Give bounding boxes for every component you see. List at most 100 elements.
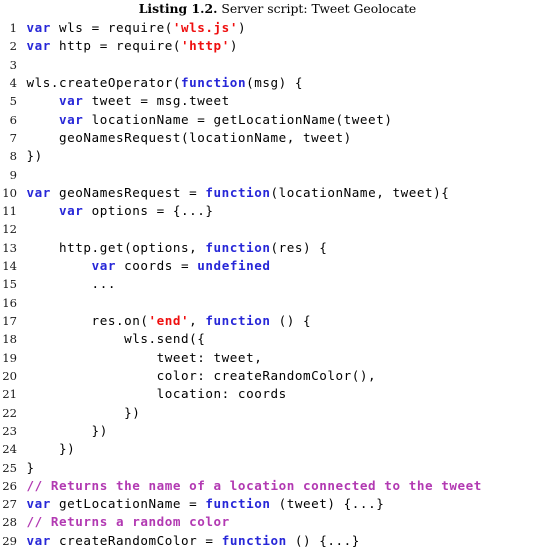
code-text: location: coords	[26, 386, 287, 402]
code-content: location: coords	[27, 385, 287, 403]
code-content: var locationName = getLocationName(tweet…	[27, 111, 393, 129]
code-line: 23 })	[0, 422, 555, 440]
code-keyword: var	[26, 496, 51, 512]
code-text: createRandomColor =	[50, 532, 222, 548]
code-text: })	[26, 441, 76, 457]
code-line: 9	[0, 166, 555, 184]
listing-caption-title: Server script: Tweet Geolocate	[221, 1, 417, 16]
code-content: ...	[27, 275, 116, 293]
code-text: tweet = msg.tweet	[83, 93, 230, 109]
line-number: 15	[2, 277, 17, 292]
code-content: var options = {...}	[27, 202, 214, 220]
line-number: 22	[2, 405, 17, 420]
code-line: 22 })	[0, 404, 555, 422]
code-string: 'wls.js'	[172, 20, 238, 35]
code-line: 29 var createRandomColor = function () {.…	[0, 532, 555, 550]
code-content: })	[27, 440, 76, 458]
code-line: 19 tweet: tweet,	[0, 349, 555, 367]
line-number: 4	[9, 75, 17, 90]
line-number: 24	[2, 442, 17, 457]
code-text: color: createRandomColor(),	[26, 367, 377, 383]
code-string: 'end'	[148, 313, 190, 328]
code-keyword: function	[181, 74, 247, 90]
code-content: wls.send({	[27, 330, 206, 348]
code-line: 16	[0, 294, 555, 312]
code-content: })	[27, 147, 43, 165]
code-text: coords =	[115, 258, 198, 274]
code-string: 'http'	[181, 38, 230, 54]
code-content: wls.createOperator(function(msg) {	[27, 74, 304, 92]
code-text: () {...}	[286, 532, 360, 548]
code-content: tweet: tweet,	[27, 349, 263, 367]
code-line: 21 location: coords	[0, 385, 555, 403]
code-line: 11 var options = {...}	[0, 202, 555, 220]
code-line: 25}	[0, 459, 555, 477]
code-keyword: function	[221, 532, 287, 548]
code-content: var geoNamesRequest = function(locationN…	[27, 184, 450, 202]
code-text: getLocationName =	[50, 496, 206, 512]
line-number: 10	[2, 185, 17, 200]
code-text: options = {...}	[83, 203, 214, 219]
code-line: 17 res.on('end', function () {	[0, 312, 555, 330]
code-line: 14 var coords = undefined	[0, 257, 555, 275]
code-keyword: var	[91, 258, 116, 274]
line-number: 25	[2, 460, 17, 475]
code-keyword: var	[26, 38, 51, 54]
code-content: var wls = require('wls.js')	[27, 19, 247, 37]
line-number: 14	[2, 259, 17, 274]
line-number: 18	[2, 332, 17, 347]
code-text: )	[229, 38, 238, 54]
line-number: 23	[2, 423, 17, 438]
code-keyword: function	[205, 496, 271, 512]
code-line: 10 var geoNamesRequest = function(locatio…	[0, 184, 555, 202]
code-keyword: var	[26, 20, 51, 35]
line-number: 27	[2, 497, 17, 512]
code-line: 15 ...	[0, 275, 555, 293]
line-number: 7	[9, 130, 17, 145]
code-keyword: var	[26, 532, 51, 548]
code-content: }	[27, 459, 35, 477]
line-number: 9	[9, 167, 17, 182]
line-number: 5	[9, 94, 17, 109]
code-keyword: var	[59, 111, 84, 127]
line-number: 13	[2, 240, 17, 255]
code-content: res.on('end', function () {	[27, 312, 312, 330]
code-content: // Returns a random color	[27, 513, 230, 531]
code-text: )	[237, 20, 247, 35]
code-text: })	[26, 148, 43, 164]
code-keyword: var	[59, 203, 84, 219]
code-line: 27 var getLocationName = function (tweet)…	[0, 495, 555, 513]
code-line: 1 var wls = require('wls.js')	[0, 19, 555, 37]
code-content: var getLocationName = function (tweet) {…	[27, 495, 385, 513]
code-line: 2 var http = require('http')	[0, 37, 555, 55]
code-line: 20 color: createRandomColor(),	[0, 367, 555, 385]
line-number: 6	[9, 112, 17, 127]
line-number: 20	[2, 368, 17, 383]
line-number: 26	[2, 478, 17, 493]
code-text: () {	[270, 313, 312, 328]
code-content: // Returns the name of a location connec…	[27, 477, 482, 495]
code-keyword: var	[26, 184, 51, 200]
code-text: (locationName, tweet){	[270, 184, 450, 200]
code-comment: // Returns a random color	[26, 514, 230, 530]
code-keyword: undefined	[197, 258, 271, 274]
code-line: 26 // Returns the name of a location conn…	[0, 477, 555, 495]
code-line: 24 })	[0, 440, 555, 458]
code-listing-page: Listing 1.2. Server script: Tweet Geoloc…	[0, 0, 555, 550]
listing-caption: Listing 1.2. Server script: Tweet Geoloc…	[0, 0, 555, 18]
line-number: 21	[2, 387, 17, 402]
code-text: wls.send({	[26, 331, 206, 347]
code-line: 28 // Returns a random color	[0, 513, 555, 531]
code-text: }	[26, 459, 35, 475]
code-keyword: function	[205, 313, 271, 328]
code-text: locationName = getLocationName(tweet)	[83, 111, 393, 127]
code-content: var tweet = msg.tweet	[27, 92, 230, 110]
code-content: color: createRandomColor(),	[27, 367, 377, 385]
line-number: 11	[2, 204, 17, 219]
code-line: 6 var locationName = getLocationName(twe…	[0, 111, 555, 129]
code-text: res.on(	[26, 313, 149, 328]
code-keyword: function	[205, 184, 271, 200]
code-content: })	[27, 404, 141, 422]
